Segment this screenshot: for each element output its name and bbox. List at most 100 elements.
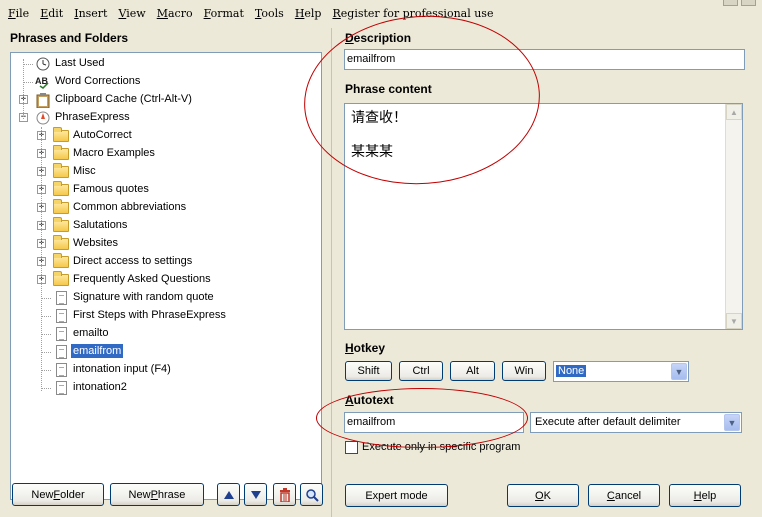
new-folder-label-pre: New xyxy=(31,488,54,501)
expert-mode-button[interactable]: Expert mode xyxy=(345,484,448,507)
tree-item-label: Clipboard Cache (Ctrl-Alt-V) xyxy=(55,93,192,105)
tree-item[interactable]: First Steps with PhraseExpress xyxy=(11,307,321,325)
tree-item-label: intonation input (F4) xyxy=(73,363,171,375)
tree-folder[interactable]: + AutoCorrect xyxy=(11,127,321,145)
menu-item-accel: F xyxy=(203,7,211,20)
ok-button[interactable]: OK xyxy=(507,484,579,507)
tree-item-label: PhraseExpress xyxy=(55,111,130,123)
autotext-input[interactable]: emailfrom xyxy=(344,412,524,433)
menu-item-label: egister for professional use xyxy=(340,7,494,20)
new-folder-label-post: older xyxy=(60,488,85,501)
tree-item-label: First Steps with PhraseExpress xyxy=(73,309,226,321)
clipboard-icon xyxy=(35,92,51,108)
folder-icon xyxy=(53,253,69,269)
menu-item[interactable]: Edit xyxy=(40,7,63,20)
tree-item[interactable]: − PhraseExpress xyxy=(11,109,321,127)
window-button-stub[interactable] xyxy=(723,0,738,6)
help-button[interactable]: Help xyxy=(669,484,741,507)
vertical-scrollbar[interactable]: ▲ ▼ xyxy=(725,104,742,329)
chevron-down-icon[interactable]: ▼ xyxy=(724,414,740,431)
menu-item[interactable]: File xyxy=(8,7,29,20)
menu-item-label: ools xyxy=(261,7,284,20)
hotkey-alt-button[interactable]: Alt xyxy=(450,361,495,381)
tree-folder[interactable]: + Macro Examples xyxy=(11,145,321,163)
menu-item-label: ormat xyxy=(210,7,244,20)
panel-title: Phrases and Folders xyxy=(10,31,129,45)
tree-item-label: Common abbreviations xyxy=(73,201,187,213)
tree-guide-line xyxy=(41,127,42,391)
menu-item-label: ile xyxy=(15,7,30,20)
menu-item[interactable]: Register for professional use xyxy=(332,7,493,20)
menu-item-label: acro xyxy=(167,7,193,20)
tree-item-label: AutoCorrect xyxy=(73,129,132,141)
cancel-button[interactable]: Cancel xyxy=(588,484,660,507)
scroll-down-arrow[interactable]: ▼ xyxy=(726,313,742,329)
tree-item[interactable]: intonation2 xyxy=(11,379,321,397)
phrase-content-textarea[interactable]: 请查收！ 某某某 ▲ ▼ xyxy=(344,103,743,330)
new-phrase-label-accel: P xyxy=(150,488,158,501)
description-input[interactable]: emailfrom xyxy=(344,49,745,70)
autotext-mode-select[interactable]: Execute after default delimiter ▼ xyxy=(530,412,742,433)
autotext-label: Autotext xyxy=(345,393,394,407)
search-button[interactable] xyxy=(300,483,323,506)
menu-item-label: elp xyxy=(304,7,322,20)
tree-folder[interactable]: + Common abbreviations xyxy=(11,199,321,217)
ok-label-accel: O xyxy=(535,489,544,502)
tree-folder[interactable]: + Frequently Asked Questions xyxy=(11,271,321,289)
tree-folder[interactable]: + Misc xyxy=(11,163,321,181)
tree-connector xyxy=(41,298,51,299)
hotkey-key-value: None xyxy=(556,365,587,377)
tree-item[interactable]: Signature with random quote xyxy=(11,289,321,307)
scroll-up-arrow[interactable]: ▲ xyxy=(726,104,742,120)
tree-item-label: Famous quotes xyxy=(73,183,149,195)
description-label-accel: D xyxy=(345,31,354,45)
tree-folder[interactable]: + Direct access to settings xyxy=(11,253,321,271)
cancel-label-accel: C xyxy=(606,489,615,502)
tree-item-label: Frequently Asked Questions xyxy=(73,273,211,285)
phrase-editor: Description emailfrom Phrase content 请查收… xyxy=(333,28,762,517)
new-phrase-button[interactable]: New Phrase xyxy=(110,483,204,506)
search-icon xyxy=(305,488,319,502)
document-icon xyxy=(53,345,69,359)
menu-item[interactable]: Tools xyxy=(255,7,284,20)
tree-connector xyxy=(41,388,51,389)
menu-item[interactable]: Help xyxy=(295,7,322,20)
description-label-rest: escription xyxy=(353,31,412,45)
hotkey-win-button[interactable]: Win xyxy=(502,361,546,381)
hotkey-ctrl-button[interactable]: Ctrl xyxy=(399,361,443,381)
tree-item[interactable]: emailto xyxy=(11,325,321,343)
new-folder-button[interactable]: New Folder xyxy=(12,483,104,506)
delete-button[interactable] xyxy=(273,483,296,506)
menu-item-label: iew xyxy=(126,7,146,20)
tree-item[interactable]: + Clipboard Cache (Ctrl-Alt-V) xyxy=(11,91,321,109)
specific-program-checkbox[interactable] xyxy=(345,441,358,454)
menu-item-accel: E xyxy=(40,7,49,20)
tree-folder[interactable]: + Websites xyxy=(11,235,321,253)
menu-item[interactable]: Format xyxy=(204,7,244,20)
move-down-button[interactable] xyxy=(244,483,267,506)
tree-item[interactable]: AB Word Corrections xyxy=(11,73,321,91)
hotkey-shift-button[interactable]: Shift xyxy=(345,361,392,381)
window-button-stub[interactable] xyxy=(741,0,756,6)
chevron-down-icon[interactable]: ▼ xyxy=(671,363,687,380)
phraseexpress-icon xyxy=(35,111,51,125)
tree-item-label: Last Used xyxy=(55,57,105,69)
tree-item-label: Salutations xyxy=(73,219,128,231)
trash-icon xyxy=(279,487,290,502)
phrase-tree[interactable]: Last Used AB Word Corrections + Clipboard Ca… xyxy=(10,52,322,500)
menu-item[interactable]: Insert xyxy=(74,7,107,20)
tree-folder[interactable]: + Salutations xyxy=(11,217,321,235)
arrow-down-icon xyxy=(250,490,261,499)
menu-item[interactable]: Macro xyxy=(157,7,193,20)
hotkey-key-select[interactable]: None ▼ xyxy=(553,361,689,382)
phrase-content-label: Phrase content xyxy=(345,82,432,96)
tree-item[interactable]: emailfrom xyxy=(11,343,321,361)
specific-program-label: Execute only in specific program xyxy=(362,441,521,453)
tree-folder[interactable]: + Famous quotes xyxy=(11,181,321,199)
menu-item[interactable]: View xyxy=(118,7,145,20)
tree-item[interactable]: Last Used xyxy=(11,55,321,73)
arrow-up-icon xyxy=(223,490,234,499)
move-up-button[interactable] xyxy=(217,483,240,506)
tree-item[interactable]: intonation input (F4) xyxy=(11,361,321,379)
phrases-panel: Phrases and Folders Last Used AB Word Corr… xyxy=(0,28,332,517)
